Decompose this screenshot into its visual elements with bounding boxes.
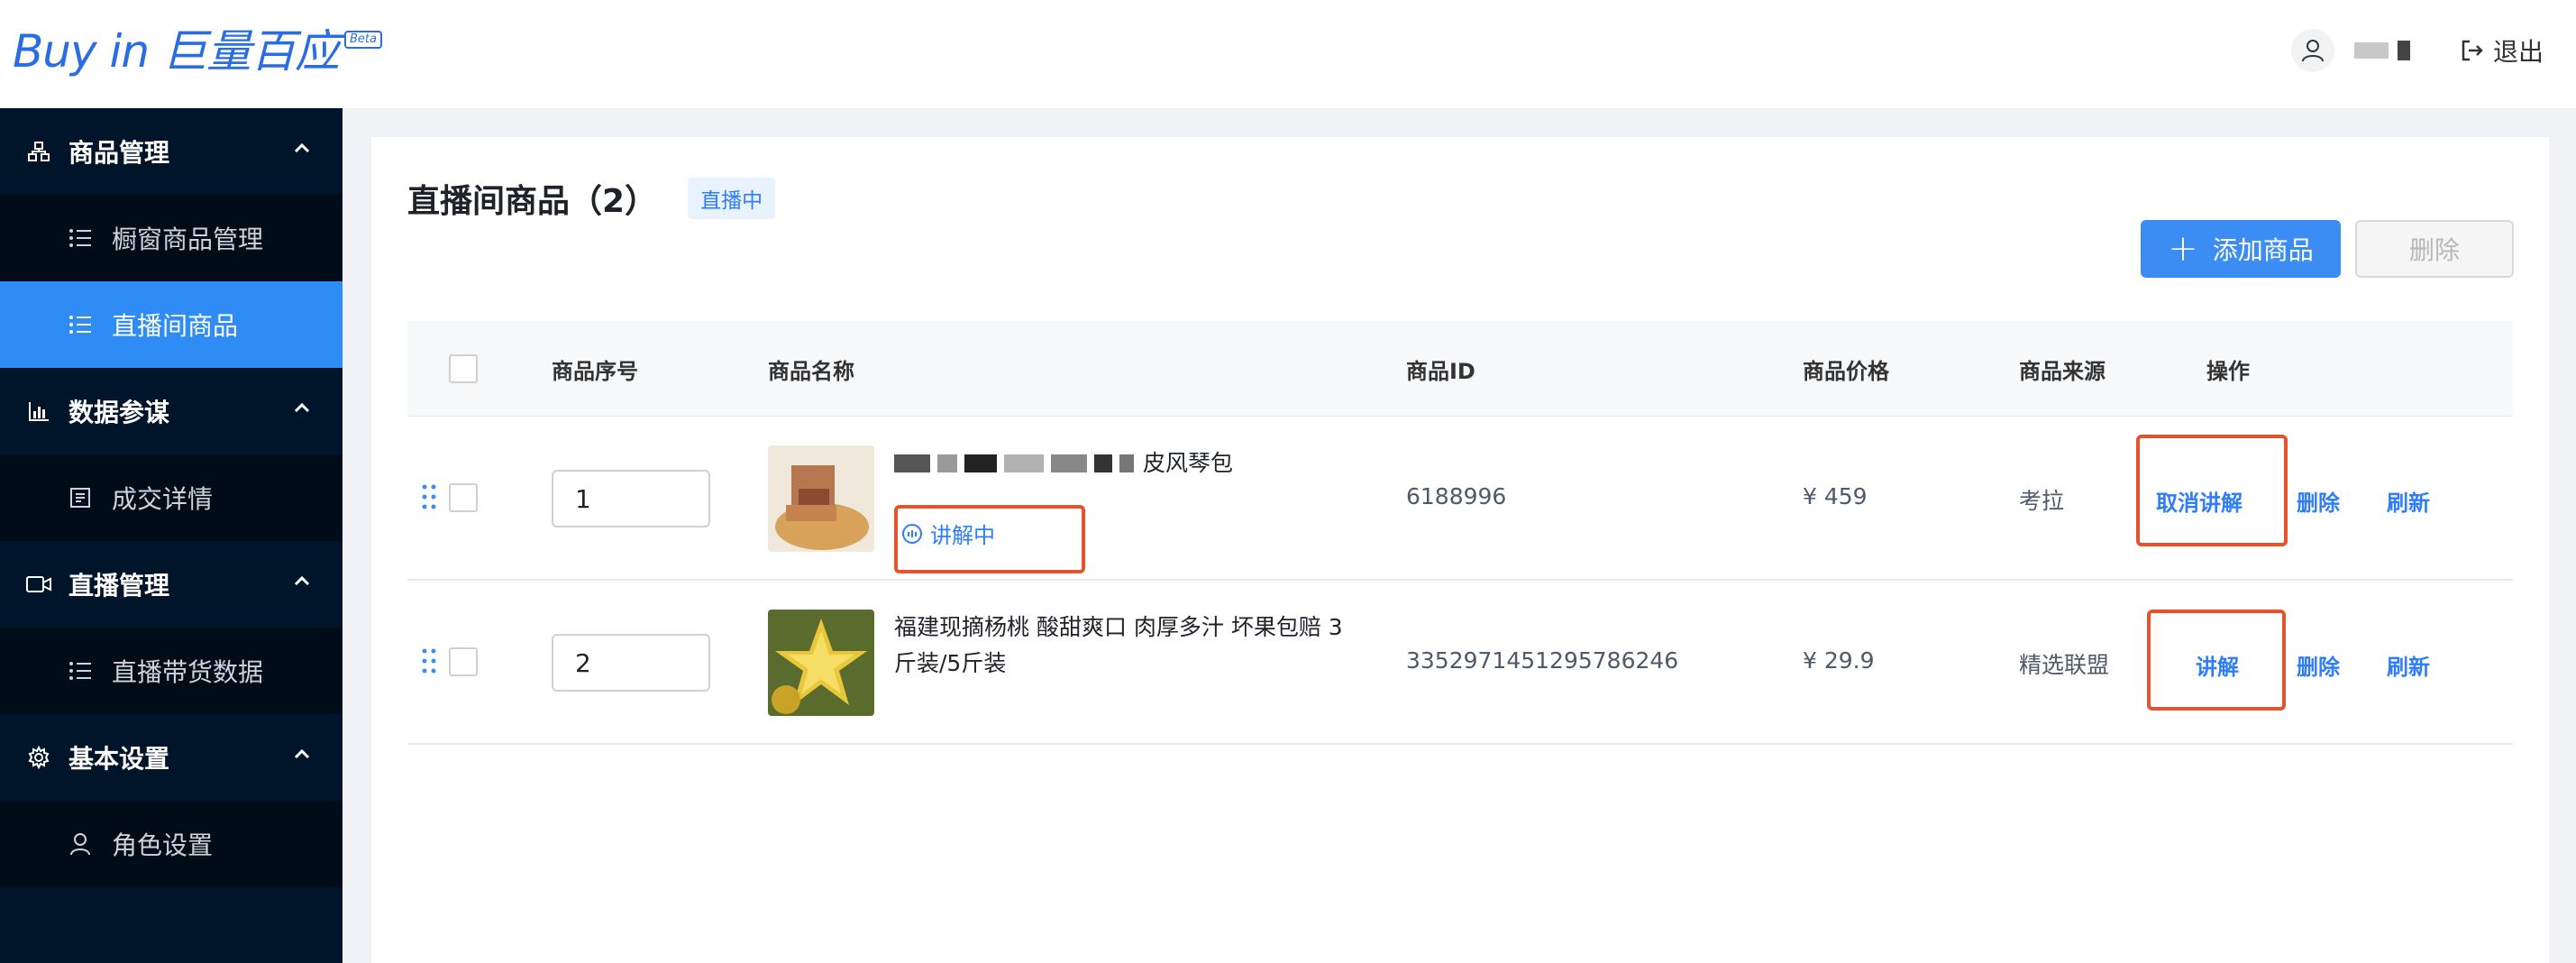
table-row: 1 皮风琴包 讲解中 6188996 ¥ 459 考拉 取消讲解 删除 刷新 — [407, 417, 2513, 581]
column-header-actions: 操作 — [2206, 358, 2250, 384]
product-price: ¥ 29.9 — [1803, 647, 1875, 674]
sidebar-item-label: 直播带货数据 — [112, 657, 264, 687]
page-title: 直播间商品（2） — [407, 183, 658, 220]
product-thumbnail — [768, 610, 874, 716]
sidebar-item-label: 角色设置 — [112, 830, 214, 860]
column-header-price: 商品价格 — [1803, 358, 1889, 384]
sidebar-group-label: 商品管理 — [69, 138, 170, 168]
bulk-delete-label: 删除 — [2408, 235, 2460, 265]
product-price: ¥ 459 — [1803, 483, 1868, 509]
sidebar-item-window-products[interactable]: 橱窗商品管理 — [0, 195, 343, 281]
buyin-logo[interactable]: Buy in 巨量百应 Beta — [13, 20, 382, 83]
product-name[interactable]: 皮风琴包 — [894, 445, 1233, 482]
sidebar-item-role-settings[interactable]: 角色设置 — [0, 801, 343, 887]
sidebar-group-basic-settings[interactable]: 基本设置 — [0, 714, 343, 801]
video-camera-icon — [25, 571, 52, 598]
product-id: 3352971451295786246 — [1406, 647, 1679, 674]
org-chart-icon — [25, 138, 52, 165]
product-source: 考拉 — [2019, 488, 2065, 514]
seq-input[interactable]: 1 — [552, 470, 710, 527]
highlight-box — [894, 505, 1085, 573]
sidebar-item-label: 成交详情 — [112, 484, 214, 514]
user-avatar[interactable] — [2290, 29, 2334, 72]
live-products-table: 商品序号 商品名称 商品ID 商品价格 商品来源 操作 1 皮风琴包 讲解中 6… — [407, 321, 2513, 745]
column-header-source: 商品来源 — [2019, 358, 2106, 384]
sidebar-group-label: 数据参谋 — [69, 398, 170, 427]
user-icon — [2301, 40, 2324, 62]
sidebar-item-transaction-details[interactable]: 成交详情 — [0, 454, 343, 541]
sidebar-item-label: 橱窗商品管理 — [112, 225, 264, 254]
delete-button[interactable]: 删除 — [2297, 649, 2340, 681]
cancel-explain-button[interactable]: 取消讲解 — [2156, 485, 2243, 517]
user-name-redacted[interactable] — [2353, 41, 2410, 60]
sidebar-group-label: 基本设置 — [69, 744, 170, 774]
explain-button[interactable]: 讲解 — [2196, 649, 2239, 681]
chevron-up-icon — [294, 402, 310, 413]
sidebar-item-live-room-products[interactable]: 直播间商品 — [0, 281, 343, 368]
drag-handle-icon[interactable] — [420, 483, 438, 510]
drag-handle-icon[interactable] — [420, 647, 438, 674]
refresh-button[interactable]: 刷新 — [2387, 485, 2430, 517]
product-name[interactable]: 福建现摘杨桃 酸甜爽口 肉厚多汁 坏果包赔 3斤装/5斤装 — [894, 610, 1363, 682]
row-checkbox[interactable] — [449, 647, 478, 676]
redacted-text — [894, 454, 1134, 472]
seq-input[interactable]: 2 — [552, 634, 710, 692]
top-header: Buy in 巨量百应 Beta 退出 — [0, 0, 2576, 108]
column-header-id: 商品ID — [1406, 358, 1475, 384]
row-checkbox[interactable] — [449, 483, 478, 512]
logout-label: 退出 — [2492, 37, 2544, 67]
live-status-badge: 直播中 — [688, 178, 776, 219]
sidebar-group-live-management[interactable]: 直播管理 — [0, 541, 343, 628]
refresh-button[interactable]: 刷新 — [2387, 649, 2430, 681]
list-icon — [67, 225, 94, 252]
product-thumbnail — [768, 445, 874, 552]
table-header: 商品序号 商品名称 商品ID 商品价格 商品来源 操作 — [407, 321, 2513, 417]
list-icon — [67, 311, 94, 338]
chevron-up-icon — [294, 575, 310, 586]
chevron-up-icon — [294, 142, 310, 153]
plus-icon: + — [2168, 228, 2198, 270]
select-all-checkbox-cell — [449, 321, 478, 417]
select-all-checkbox[interactable] — [449, 354, 478, 383]
chevron-up-icon — [294, 748, 310, 759]
logout-icon — [2462, 40, 2483, 61]
logout-button[interactable]: 退出 — [2461, 32, 2544, 69]
list-icon — [67, 657, 94, 684]
logo-text: Buy in 巨量百应 — [13, 25, 340, 78]
sidebar-item-live-sales-data[interactable]: 直播带货数据 — [0, 628, 343, 714]
gear-icon — [25, 744, 52, 771]
main-content-card: 直播间商品（2） 直播中 + 添加商品 删除 商品序号 商品名称 商品ID 商品… — [371, 137, 2549, 963]
sidebar-group-label: 直播管理 — [69, 571, 170, 601]
table-row: 2 福建现摘杨桃 酸甜爽口 肉厚多汁 坏果包赔 3斤装/5斤装 33529714… — [407, 581, 2513, 745]
sidebar: 商品管理 橱窗商品管理 直播间商品 数据参谋 成交详情 直播管理 直播带货数据 … — [0, 108, 343, 963]
delete-button[interactable]: 删除 — [2297, 485, 2340, 517]
sidebar-group-product-management[interactable]: 商品管理 — [0, 108, 343, 195]
add-product-button[interactable]: + 添加商品 — [2141, 220, 2341, 278]
product-id: 6188996 — [1406, 483, 1507, 509]
column-header-seq: 商品序号 — [552, 358, 638, 384]
document-icon — [67, 484, 94, 511]
sidebar-item-label: 直播间商品 — [112, 311, 239, 341]
bar-chart-icon — [25, 398, 52, 425]
add-product-label: 添加商品 — [2212, 235, 2314, 265]
beta-badge: Beta — [343, 31, 382, 49]
sidebar-group-data-advisor[interactable]: 数据参谋 — [0, 368, 343, 454]
column-header-name: 商品名称 — [768, 358, 854, 384]
product-source: 精选联盟 — [2019, 652, 2110, 678]
user-icon — [67, 830, 94, 858]
bulk-delete-button[interactable]: 删除 — [2355, 220, 2514, 278]
